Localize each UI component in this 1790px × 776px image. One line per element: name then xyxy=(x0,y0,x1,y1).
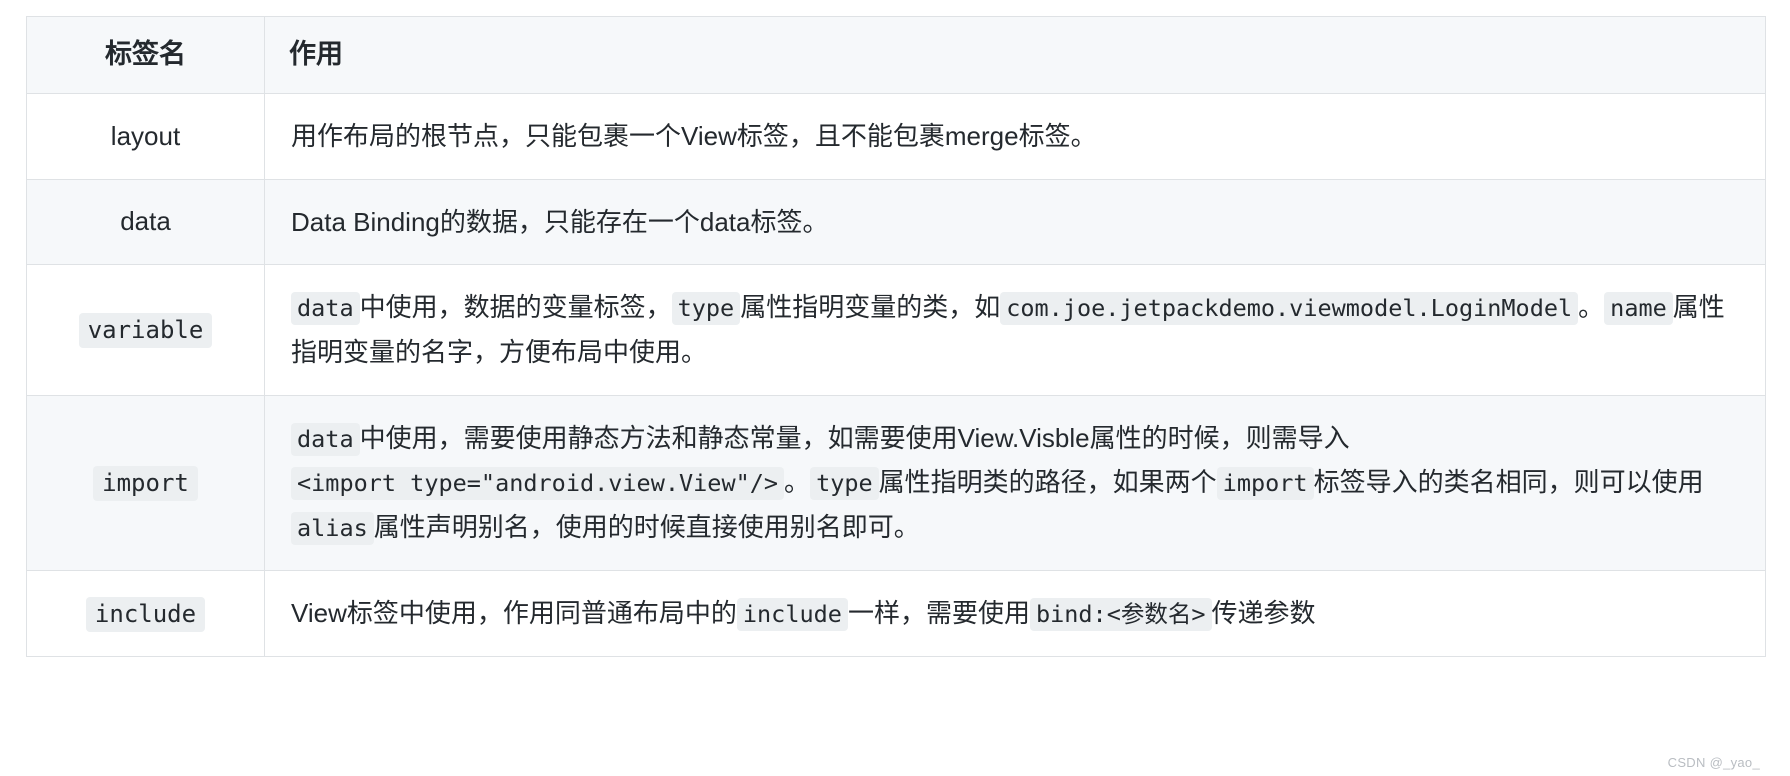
usage-text: 属性声明别名，使用的时候直接使用别名即可。 xyxy=(373,512,920,543)
usage-text: 用作布局的根节点，只能包裹一个View标签，且不能包裹merge标签。 xyxy=(291,120,1097,151)
table-row: variable data 中使用，数据的变量标签， type 属性指明变量的类，如 co… xyxy=(26,264,1766,396)
databinding-tag-table: 标签名 作用 layout 用作布局的根节点，只能包裹一个View标签，且不能包裹… xyxy=(26,16,1766,657)
tag-name-cell: import xyxy=(26,394,265,571)
inline-code: type xyxy=(671,292,741,326)
table-header-row: 标签名 作用 xyxy=(26,16,1766,94)
tag-name-cell: variable xyxy=(26,264,265,396)
column-header-usage: 作用 xyxy=(264,16,1766,94)
usage-cell: Data Binding的数据，只能存在一个data标签。 xyxy=(264,178,1766,266)
table-row: include View标签中使用，作用同普通布局中的 include 一样，需要使用… xyxy=(26,569,1766,657)
inline-code: <import type="android.view.View"/> xyxy=(291,467,785,501)
usage-cell: View标签中使用，作用同普通布局中的 include 一样，需要使用 bind:<参… xyxy=(264,569,1766,657)
usage-text: 传递参数 xyxy=(1211,597,1316,628)
usage-cell: 用作布局的根节点，只能包裹一个View标签，且不能包裹merge标签。 xyxy=(264,92,1766,180)
usage-text: 中使用，需要使用静态方法和静态常量，如需要使用View.Visble属性的时候，… xyxy=(359,422,1350,453)
inline-code: data xyxy=(291,422,360,456)
table-row: layout 用作布局的根节点，只能包裹一个View标签，且不能包裹merge标签… xyxy=(26,92,1766,180)
inline-code: name xyxy=(1604,292,1673,326)
csdn-watermark: CSDN @_yao_ xyxy=(1667,755,1760,770)
tag-name-cell: include xyxy=(26,569,265,657)
usage-text: 。 xyxy=(784,467,811,498)
table-header: 标签名 作用 xyxy=(26,16,1766,94)
usage-cell: data 中使用，需要使用静态方法和静态常量，如需要使用View.Visble属性… xyxy=(264,394,1766,571)
usage-text: 属性指明变量的类，如 xyxy=(740,292,1001,323)
usage-text: View标签中使用，作用同普通布局中的 xyxy=(291,597,737,628)
inline-code: data xyxy=(291,292,360,326)
usage-text: 标签导入的类名相同，则可以使用 xyxy=(1313,467,1704,498)
tag-name-text: layout xyxy=(110,120,181,151)
inline-code: com.joe.jetpackdemo.viewmodel.LoginModel xyxy=(1000,292,1579,326)
usage-cell: data 中使用，数据的变量标签， type 属性指明变量的类，如 com.joe.je… xyxy=(264,264,1766,396)
inline-code: include xyxy=(736,597,848,631)
table-row: data Data Binding的数据，只能存在一个data标签。 xyxy=(26,178,1766,266)
inline-code: include xyxy=(85,596,206,632)
inline-code: type xyxy=(810,467,879,501)
usage-text: 一样，需要使用 xyxy=(847,597,1030,628)
usage-text: 属性指明类的路径，如果两个 xyxy=(878,467,1217,498)
tag-name-cell: data xyxy=(26,178,265,266)
usage-text: 。 xyxy=(1578,292,1605,323)
usage-text: 中使用，数据的变量标签， xyxy=(359,292,672,323)
inline-code: alias xyxy=(291,512,374,546)
table-body: layout 用作布局的根节点，只能包裹一个View标签，且不能包裹merge标签… xyxy=(26,92,1766,657)
document-page: 标签名 作用 layout 用作布局的根节点，只能包裹一个View标签，且不能包裹… xyxy=(0,0,1790,776)
table-row: import data 中使用，需要使用静态方法和静态常量，如需要使用View.Vi… xyxy=(26,394,1766,571)
column-header-tag-name: 标签名 xyxy=(26,16,265,94)
usage-text: Data Binding的数据，只能存在一个data标签。 xyxy=(291,206,829,237)
tag-name-cell: layout xyxy=(26,92,265,180)
inline-code: bind:<参数名> xyxy=(1029,597,1212,631)
inline-code: variable xyxy=(78,313,213,349)
inline-code: import xyxy=(93,466,198,502)
tag-name-text: data xyxy=(120,206,171,237)
inline-code: import xyxy=(1216,467,1314,501)
